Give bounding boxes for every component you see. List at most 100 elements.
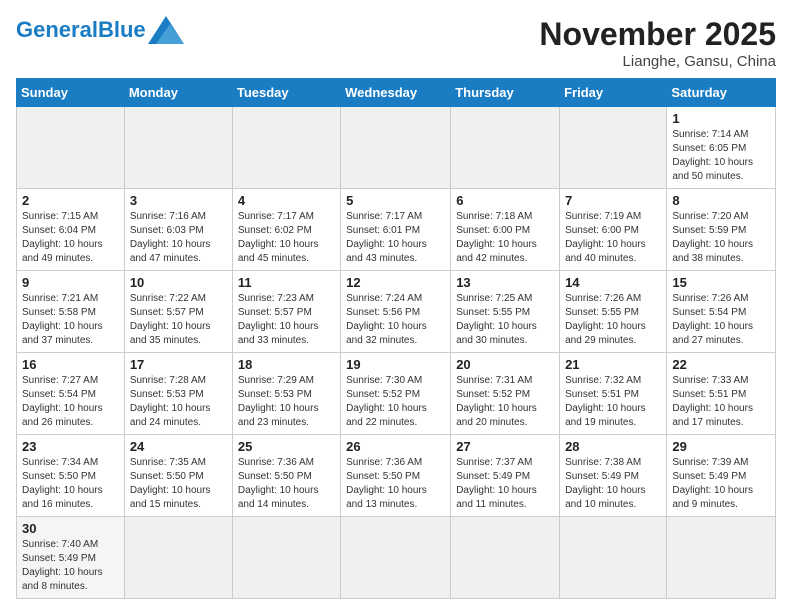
day-info: Sunrise: 7:34 AM Sunset: 5:50 PM Dayligh…	[22, 456, 119, 512]
calendar-cell: 8Sunrise: 7:20 AM Sunset: 5:59 PM Daylig…	[667, 189, 776, 271]
calendar-week-row: 1 Sunrise: 7:14 AM Sunset: 6:05 PM Daylig…	[17, 107, 776, 189]
calendar-cell: 29 Sunrise: 7:39 AM Sunset: 5:49 PM Dayli…	[667, 435, 776, 517]
calendar-cell: 13 Sunrise: 7:25 AM Sunset: 5:55 PM Dayli…	[451, 271, 560, 353]
calendar-cell: 3 Sunrise: 7:16 AM Sunset: 6:03 PM Daylig…	[124, 189, 232, 271]
calendar-cell	[451, 517, 560, 599]
day-number: 27	[456, 439, 554, 454]
logo-icon	[148, 16, 184, 44]
calendar-cell: 12Sunrise: 7:24 AM Sunset: 5:56 PM Dayli…	[341, 271, 451, 353]
day-number: 18	[238, 357, 335, 372]
day-info: Sunrise: 7:16 AM Sunset: 6:03 PM Dayligh…	[130, 210, 227, 266]
calendar-week-row: 9 Sunrise: 7:21 AM Sunset: 5:58 PM Daylig…	[17, 271, 776, 353]
calendar-cell: 25 Sunrise: 7:36 AM Sunset: 5:50 PM Dayli…	[232, 435, 340, 517]
calendar-cell	[341, 107, 451, 189]
calendar-weekday-saturday: Saturday	[667, 79, 776, 107]
day-number: 23	[22, 439, 119, 454]
calendar-weekday-wednesday: Wednesday	[341, 79, 451, 107]
day-number: 20	[456, 357, 554, 372]
calendar-cell: 20Sunrise: 7:31 AM Sunset: 5:52 PM Dayli…	[451, 353, 560, 435]
day-info: Sunrise: 7:15 AM Sunset: 6:04 PM Dayligh…	[22, 210, 119, 266]
day-number: 13	[456, 275, 554, 290]
calendar-week-row: 2 Sunrise: 7:15 AM Sunset: 6:04 PM Daylig…	[17, 189, 776, 271]
calendar-cell: 22Sunrise: 7:33 AM Sunset: 5:51 PM Dayli…	[667, 353, 776, 435]
calendar-cell: 7 Sunrise: 7:19 AM Sunset: 6:00 PM Daylig…	[560, 189, 667, 271]
day-info: Sunrise: 7:29 AM Sunset: 5:53 PM Dayligh…	[238, 374, 335, 430]
day-number: 29	[672, 439, 770, 454]
day-info: Sunrise: 7:17 AM Sunset: 6:02 PM Dayligh…	[238, 210, 335, 266]
calendar-cell: 2 Sunrise: 7:15 AM Sunset: 6:04 PM Daylig…	[17, 189, 125, 271]
day-info: Sunrise: 7:40 AM Sunset: 5:49 PM Dayligh…	[22, 538, 119, 594]
month-title: November 2025	[539, 16, 776, 53]
calendar-weekday-friday: Friday	[560, 79, 667, 107]
calendar-week-row: 30 Sunrise: 7:40 AM Sunset: 5:49 PM Dayli…	[17, 517, 776, 599]
calendar-cell	[667, 517, 776, 599]
calendar-cell	[17, 107, 125, 189]
calendar-cell: 27 Sunrise: 7:37 AM Sunset: 5:49 PM Dayli…	[451, 435, 560, 517]
calendar-cell: 23 Sunrise: 7:34 AM Sunset: 5:50 PM Dayli…	[17, 435, 125, 517]
day-number: 24	[130, 439, 227, 454]
day-number: 7	[565, 193, 661, 208]
day-number: 17	[130, 357, 227, 372]
day-number: 5	[346, 193, 445, 208]
calendar-week-row: 23 Sunrise: 7:34 AM Sunset: 5:50 PM Dayli…	[17, 435, 776, 517]
calendar-weekday-tuesday: Tuesday	[232, 79, 340, 107]
day-info: Sunrise: 7:25 AM Sunset: 5:55 PM Dayligh…	[456, 292, 554, 348]
calendar-cell: 1 Sunrise: 7:14 AM Sunset: 6:05 PM Daylig…	[667, 107, 776, 189]
calendar-cell: 10 Sunrise: 7:22 AM Sunset: 5:57 PM Dayli…	[124, 271, 232, 353]
day-info: Sunrise: 7:37 AM Sunset: 5:49 PM Dayligh…	[456, 456, 554, 512]
calendar-cell: 14 Sunrise: 7:26 AM Sunset: 5:55 PM Dayli…	[560, 271, 667, 353]
calendar-cell: 24 Sunrise: 7:35 AM Sunset: 5:50 PM Dayli…	[124, 435, 232, 517]
calendar-cell: 16Sunrise: 7:27 AM Sunset: 5:54 PM Dayli…	[17, 353, 125, 435]
day-number: 30	[22, 521, 119, 536]
day-info: Sunrise: 7:20 AM Sunset: 5:59 PM Dayligh…	[672, 210, 770, 266]
day-info: Sunrise: 7:28 AM Sunset: 5:53 PM Dayligh…	[130, 374, 227, 430]
day-number: 25	[238, 439, 335, 454]
calendar-weekday-thursday: Thursday	[451, 79, 560, 107]
calendar-cell	[560, 517, 667, 599]
day-number: 1	[672, 111, 770, 126]
calendar-cell: 15Sunrise: 7:26 AM Sunset: 5:54 PM Dayli…	[667, 271, 776, 353]
calendar-cell: 26Sunrise: 7:36 AM Sunset: 5:50 PM Dayli…	[341, 435, 451, 517]
day-info: Sunrise: 7:17 AM Sunset: 6:01 PM Dayligh…	[346, 210, 445, 266]
title-block: November 2025 Lianghe, Gansu, China	[539, 16, 776, 70]
day-info: Sunrise: 7:39 AM Sunset: 5:49 PM Dayligh…	[672, 456, 770, 512]
calendar-cell: 21Sunrise: 7:32 AM Sunset: 5:51 PM Dayli…	[560, 353, 667, 435]
calendar-cell: 6 Sunrise: 7:18 AM Sunset: 6:00 PM Daylig…	[451, 189, 560, 271]
day-number: 9	[22, 275, 119, 290]
logo: GeneralBlue	[16, 16, 184, 44]
calendar-weekday-monday: Monday	[124, 79, 232, 107]
calendar-cell: 17 Sunrise: 7:28 AM Sunset: 5:53 PM Dayli…	[124, 353, 232, 435]
day-info: Sunrise: 7:14 AM Sunset: 6:05 PM Dayligh…	[672, 128, 770, 184]
calendar-cell: 11Sunrise: 7:23 AM Sunset: 5:57 PM Dayli…	[232, 271, 340, 353]
day-info: Sunrise: 7:36 AM Sunset: 5:50 PM Dayligh…	[238, 456, 335, 512]
calendar-cell: 4Sunrise: 7:17 AM Sunset: 6:02 PM Daylig…	[232, 189, 340, 271]
day-number: 6	[456, 193, 554, 208]
day-number: 2	[22, 193, 119, 208]
day-info: Sunrise: 7:18 AM Sunset: 6:00 PM Dayligh…	[456, 210, 554, 266]
day-number: 3	[130, 193, 227, 208]
calendar-cell	[232, 107, 340, 189]
day-info: Sunrise: 7:26 AM Sunset: 5:55 PM Dayligh…	[565, 292, 661, 348]
day-number: 14	[565, 275, 661, 290]
calendar-cell: 18 Sunrise: 7:29 AM Sunset: 5:53 PM Dayli…	[232, 353, 340, 435]
day-info: Sunrise: 7:35 AM Sunset: 5:50 PM Dayligh…	[130, 456, 227, 512]
day-info: Sunrise: 7:21 AM Sunset: 5:58 PM Dayligh…	[22, 292, 119, 348]
calendar-week-row: 16Sunrise: 7:27 AM Sunset: 5:54 PM Dayli…	[17, 353, 776, 435]
day-info: Sunrise: 7:26 AM Sunset: 5:54 PM Dayligh…	[672, 292, 770, 348]
calendar-cell: 19 Sunrise: 7:30 AM Sunset: 5:52 PM Dayli…	[341, 353, 451, 435]
day-number: 19	[346, 357, 445, 372]
day-info: Sunrise: 7:30 AM Sunset: 5:52 PM Dayligh…	[346, 374, 445, 430]
calendar-cell	[124, 517, 232, 599]
day-info: Sunrise: 7:19 AM Sunset: 6:00 PM Dayligh…	[565, 210, 661, 266]
day-info: Sunrise: 7:22 AM Sunset: 5:57 PM Dayligh…	[130, 292, 227, 348]
day-info: Sunrise: 7:24 AM Sunset: 5:56 PM Dayligh…	[346, 292, 445, 348]
calendar-cell	[232, 517, 340, 599]
calendar-cell: 28Sunrise: 7:38 AM Sunset: 5:49 PM Dayli…	[560, 435, 667, 517]
calendar-cell	[341, 517, 451, 599]
calendar-header-row: SundayMondayTuesdayWednesdayThursdayFrid…	[17, 79, 776, 107]
logo-text: GeneralBlue	[16, 19, 146, 41]
calendar-cell	[451, 107, 560, 189]
day-info: Sunrise: 7:32 AM Sunset: 5:51 PM Dayligh…	[565, 374, 661, 430]
day-number: 10	[130, 275, 227, 290]
day-info: Sunrise: 7:36 AM Sunset: 5:50 PM Dayligh…	[346, 456, 445, 512]
